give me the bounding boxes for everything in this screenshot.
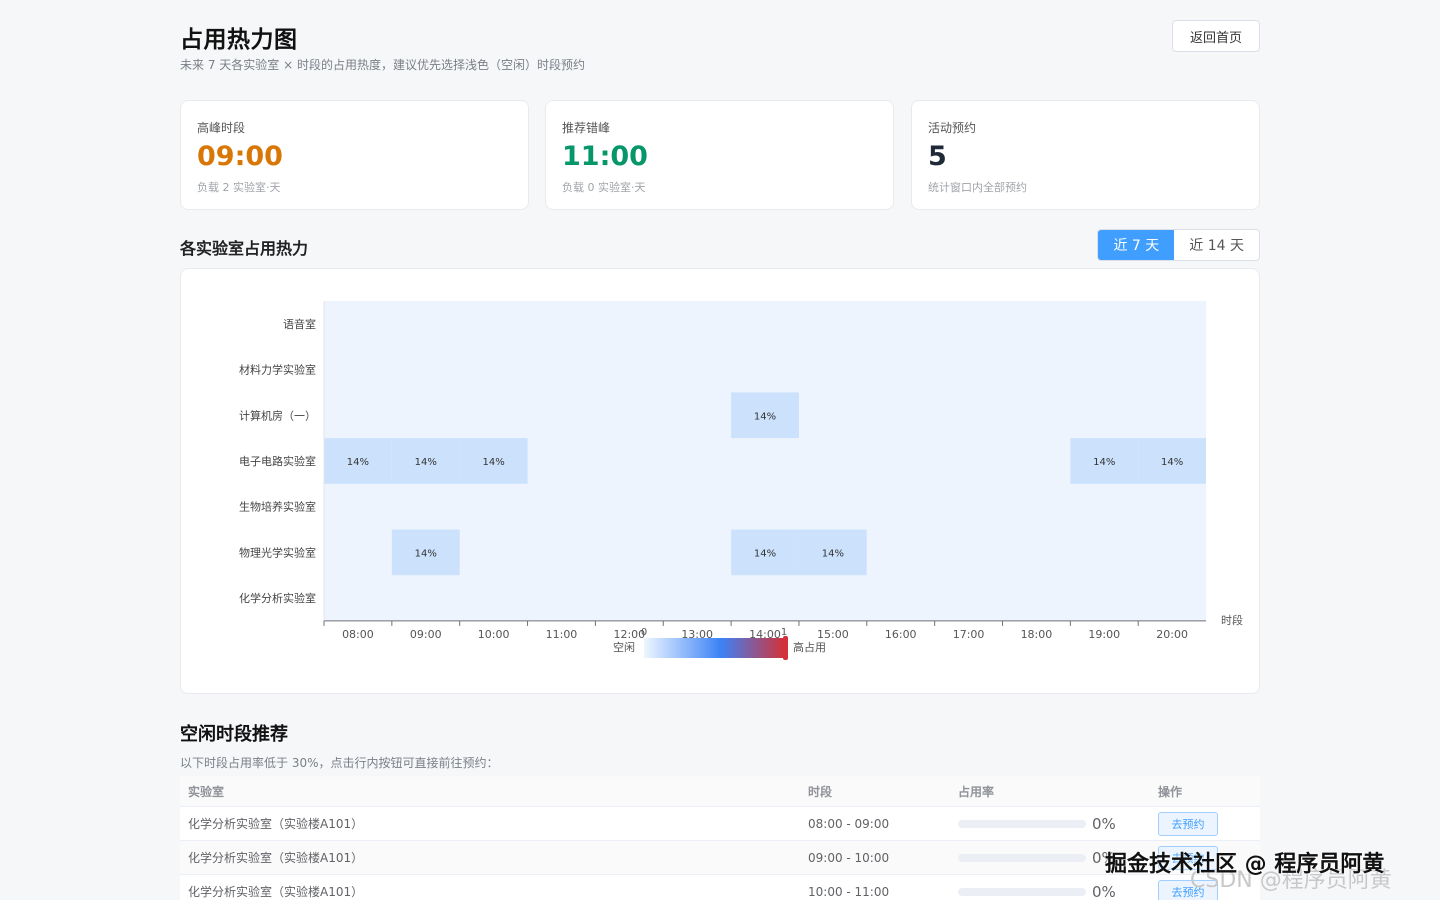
y-tick-label: 生物培养实验室 [239, 500, 316, 514]
rate-text: 0% [1092, 814, 1116, 833]
legend-low-text: 空闲 [613, 640, 635, 654]
legend-max-label: 1 [781, 627, 787, 638]
page-subtitle: 未来 7 天各实验室 × 时段的占用热度，建议优先选择浅色（空闲）时段预约 [180, 58, 585, 72]
column-header-rate: 占用率 [958, 784, 995, 799]
table-row: 化学分析实验室（实验楼A101） 08:00 - 09:00 0% 去预约 [180, 807, 1260, 841]
y-tick-label: 语音室 [283, 317, 316, 331]
x-tick-label: 11:00 [546, 628, 578, 641]
heatmap-section-title: 各实验室占用热力 [180, 239, 309, 258]
y-tick-label: 化学分析实验室 [239, 591, 316, 605]
stat-value: 5 [928, 141, 947, 172]
cell-lab: 化学分析实验室（实验楼A101） [188, 817, 364, 831]
rate-bar [958, 819, 1086, 828]
cell-lab: 化学分析实验室（实验楼A101） [188, 885, 364, 899]
column-header-action: 操作 [1158, 784, 1183, 799]
legend-gradient-bar [644, 638, 784, 658]
y-tick-label: 计算机房（一） [239, 408, 316, 422]
stat-value: 09:00 [197, 141, 283, 172]
legend-high-text: 高占用 [793, 640, 826, 654]
heatmap-cell-label: 14% [822, 548, 844, 559]
heatmap-chart: 14% 14% 14% 14% 14% 14% 14% 14% 14% 语音室材料力学实验室计算机… [239, 301, 1243, 660]
x-tick-label: 16:00 [885, 628, 917, 641]
cell-action: 去预约 [1150, 811, 1260, 836]
page-header: 占用热力图 未来 7 天各实验室 × 时段的占用热度，建议优先选择浅色（空闲）时… [180, 18, 1260, 78]
y-tick-label: 材料力学实验室 [239, 363, 316, 377]
watermark-primary: 掘金技术社区 @ 程序员阿黄 [1105, 852, 1385, 877]
heatmap-cell-label: 14% [1093, 457, 1115, 468]
cell-lab: 化学分析实验室（实验楼A101） [188, 851, 364, 865]
x-tick-label: 09:00 [410, 628, 442, 641]
heatmap-cell-label: 14% [754, 548, 776, 559]
column-header-lab: 实验室 [188, 784, 225, 799]
x-tick-label: 18:00 [1021, 628, 1053, 641]
recommend-section: 空闲时段推荐 以下时段占用率低于 30%，点击行内按钮可直接前往预约： 实验室 … [180, 720, 1260, 900]
x-tick-label: 08:00 [342, 628, 374, 641]
heatmap-cell-label: 14% [1161, 457, 1183, 468]
stat-label: 推荐错峰 [562, 121, 611, 135]
x-tick-label: 15:00 [817, 628, 849, 641]
stat-cards: 高峰时段 09:00 负载 2 实验室·天 推荐错峰 11:00 负载 0 实验… [180, 100, 1260, 210]
legend-min-label: 0 [641, 627, 647, 638]
stat-note: 负载 2 实验室·天 [197, 181, 281, 194]
table-row: 化学分析实验室（实验楼A101） 10:00 - 11:00 0% 去预约 [180, 875, 1260, 900]
x-tick-label: 17:00 [953, 628, 985, 641]
stat-label: 活动预约 [928, 121, 977, 135]
cell-slot: 09:00 - 10:00 [808, 850, 890, 865]
rate-text: 0% [1092, 882, 1116, 900]
stat-value: 11:00 [562, 141, 648, 172]
rate-bar [958, 853, 1086, 862]
stat-note: 负载 0 实验室·天 [562, 181, 646, 194]
book-button[interactable]: 去预约 [1158, 811, 1218, 836]
stat-card-active: 活动预约 5 统计窗口内全部预约 [911, 100, 1260, 210]
table-header: 实验室 时段 占用率 操作 [180, 776, 1260, 807]
heatmap-cell-label: 14% [754, 411, 776, 422]
stat-label: 高峰时段 [197, 121, 246, 135]
recommend-title: 空闲时段推荐 [180, 724, 288, 745]
range-option-14d[interactable]: 近 14 天 [1174, 230, 1259, 260]
heatmap-card: 14% 14% 14% 14% 14% 14% 14% 14% 14% 语音室材料力学实验室 计算机… [180, 268, 1260, 694]
legend-handle [783, 636, 788, 660]
heatmap-cell-label: 14% [415, 457, 437, 468]
rate-bar [958, 887, 1086, 896]
stat-note: 统计窗口内全部预约 [928, 181, 1027, 194]
x-tick-label: 10:00 [478, 628, 510, 641]
cell-rate: 0% [950, 883, 1150, 900]
heatmap-cell-label: 14% [347, 457, 369, 468]
stat-card-peak: 高峰时段 09:00 负载 2 实验室·天 [180, 100, 529, 210]
x-axis-name: 时段 [1221, 613, 1243, 627]
home-button[interactable]: 返回首页 [1172, 20, 1260, 52]
x-tick-label: 19:00 [1088, 628, 1120, 641]
cell-slot: 10:00 - 11:00 [808, 884, 890, 899]
range-option-7d[interactable]: 近 7 天 [1098, 230, 1175, 260]
cell-rate: 0% [950, 815, 1150, 833]
stat-card-offpeak: 推荐错峰 11:00 负载 0 实验室·天 [545, 100, 894, 210]
table-row: 化学分析实验室（实验楼A101） 09:00 - 10:00 0% 去预约 [180, 841, 1260, 875]
page-title: 占用热力图 [180, 27, 298, 53]
y-tick-label: 电子电路实验室 [239, 454, 316, 468]
cell-slot: 08:00 - 09:00 [808, 816, 890, 831]
column-header-slot: 时段 [808, 784, 833, 799]
y-tick-label: 物理光学实验室 [239, 545, 316, 559]
heatmap-cell-label: 14% [415, 548, 437, 559]
recommend-table: 实验室 时段 占用率 操作 化学分析实验室（实验楼A101） 08:00 - 0… [180, 776, 1260, 900]
range-toggle: 近 7 天 近 14 天 [1097, 229, 1260, 261]
recommend-desc: 以下时段占用率低于 30%，点击行内按钮可直接前往预约： [180, 756, 499, 770]
heatmap-cell-label: 14% [483, 457, 505, 468]
x-tick-label: 20:00 [1156, 628, 1188, 641]
